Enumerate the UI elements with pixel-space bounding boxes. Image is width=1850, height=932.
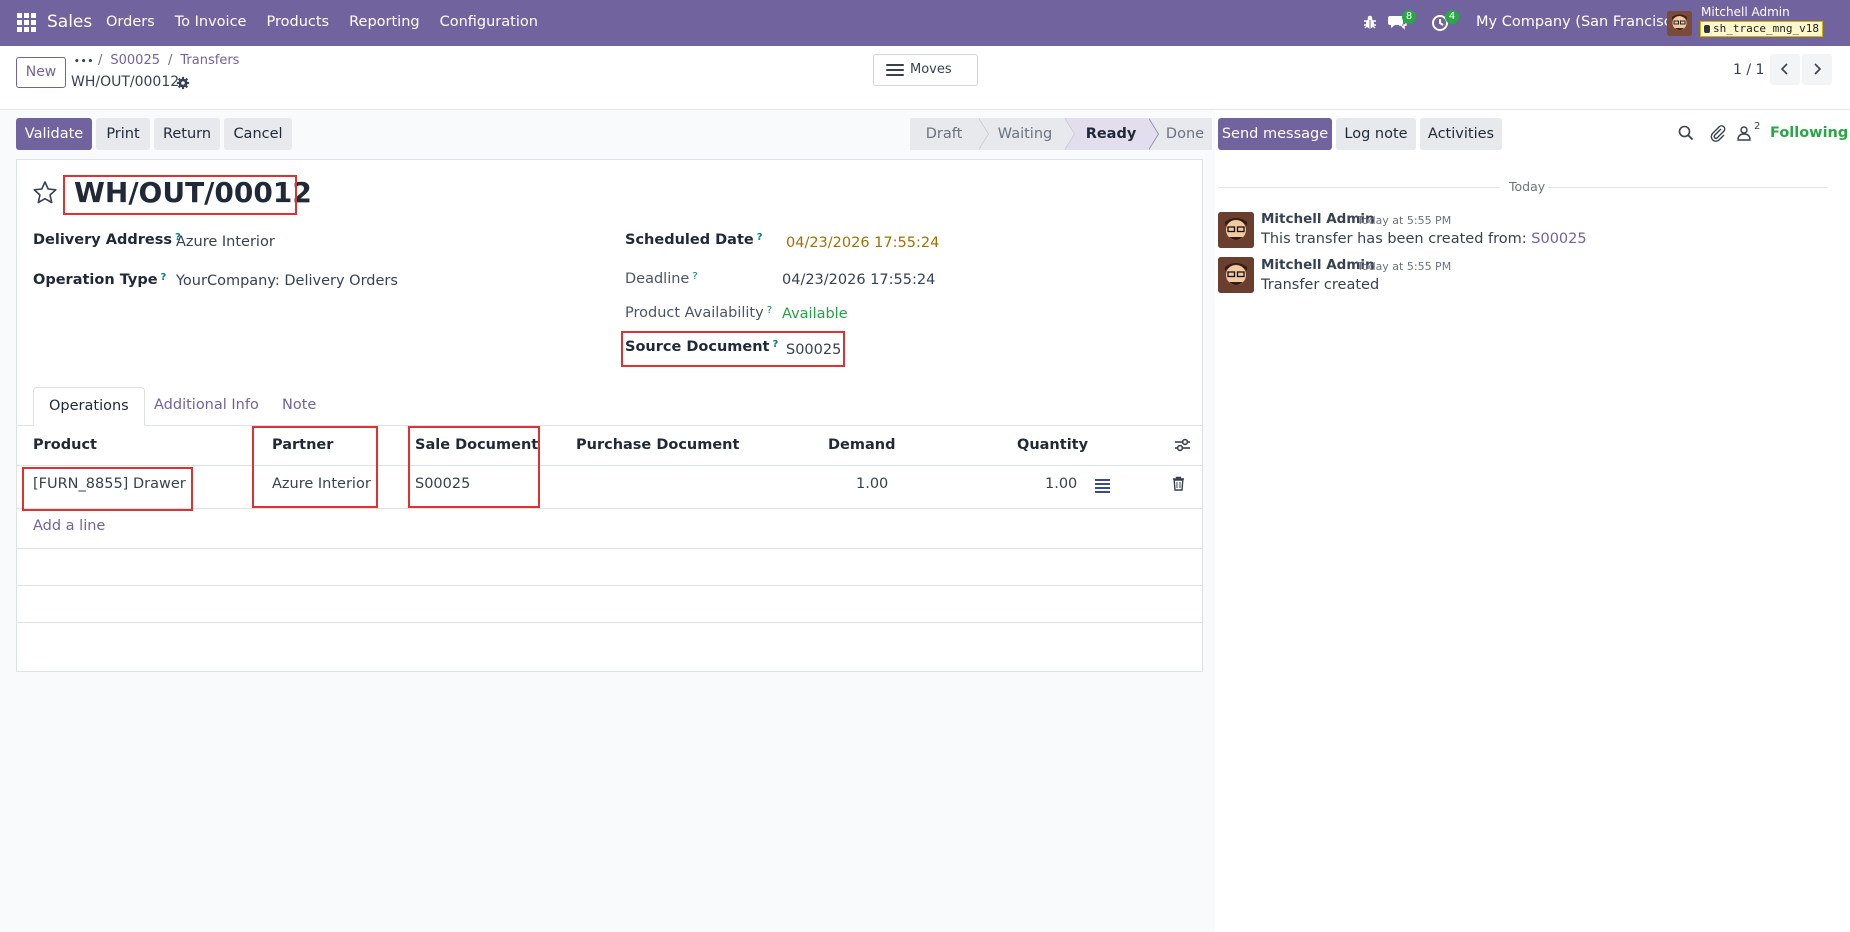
delivery-address-label: Delivery Address? <box>33 232 181 248</box>
column-header-purchase-document[interactable]: Purchase Document <box>576 437 739 453</box>
following-button[interactable]: Following <box>1770 125 1848 141</box>
log-note-button[interactable]: Log note <box>1336 118 1416 150</box>
message-body: Transfer created <box>1261 277 1380 293</box>
user-name[interactable]: Mitchell Admin <box>1701 5 1790 19</box>
avatar[interactable] <box>1218 257 1254 293</box>
activity-badge: 4 <box>1445 10 1459 24</box>
source-document-label: Source Document? <box>625 339 779 355</box>
chevron-right-icon <box>1814 63 1822 75</box>
moves-smart-button[interactable]: Moves <box>873 54 978 86</box>
pager-next-button[interactable] <box>1802 54 1832 85</box>
search-icon[interactable] <box>1677 124 1695 142</box>
control-panel: New ••• / S00025/Transfers WH/OUT/00012 M… <box>0 46 1850 110</box>
chevron-left-icon <box>1780 63 1788 75</box>
print-button[interactable]: Print <box>96 118 150 150</box>
scheduled-date-label: Scheduled Date? <box>625 232 763 248</box>
column-header-sale-document[interactable]: Sale Document <box>415 437 538 453</box>
stage-ready[interactable]: Ready <box>1064 118 1159 150</box>
record-name: WH/OUT/00012 <box>71 74 180 90</box>
send-message-button[interactable]: Send message <box>1218 118 1332 150</box>
add-line-link[interactable]: Add a line <box>33 518 105 534</box>
column-header-partner[interactable]: Partner <box>272 437 333 453</box>
breadcrumb-sale-order[interactable]: S00025 <box>110 53 160 68</box>
followers-count: 2 <box>1754 121 1761 132</box>
cell-product[interactable]: [FURN_8855] Drawer <box>33 476 186 492</box>
followers-icon[interactable] <box>1735 124 1753 142</box>
column-header-product[interactable]: Product <box>33 437 97 453</box>
cancel-button[interactable]: Cancel <box>224 118 292 150</box>
pager-value[interactable]: 1 / 1 <box>1733 62 1764 78</box>
delivery-address-field[interactable]: Azure Interior <box>176 234 275 250</box>
menu-orders[interactable]: Orders <box>106 14 155 30</box>
record-title[interactable]: WH/OUT/00012 <box>74 176 312 209</box>
database-name: sh_trace_mng_v18 <box>1713 22 1819 35</box>
paperclip-icon[interactable] <box>1709 124 1727 142</box>
stage-draft[interactable]: Draft <box>910 118 989 150</box>
cell-quantity[interactable]: 1.00 <box>1045 476 1077 492</box>
notebook-tabs: Operations Additional Info Note <box>16 387 1202 426</box>
detailed-operations-icon[interactable] <box>1095 479 1110 493</box>
product-availability-field: Available <box>782 306 848 322</box>
tab-additional-info[interactable]: Additional Info <box>154 387 259 426</box>
apps-menu-icon[interactable] <box>17 13 36 32</box>
column-header-quantity[interactable]: Quantity <box>1017 437 1088 453</box>
user-avatar[interactable] <box>1667 11 1692 36</box>
date-separator: Today <box>1509 179 1546 194</box>
status-bar: Draft Waiting Ready Done <box>910 118 1212 150</box>
company-switcher[interactable]: My Company (San Francisco) <box>1476 14 1686 30</box>
trash-icon[interactable] <box>1172 476 1185 491</box>
debug-bug-icon[interactable] <box>1362 14 1378 30</box>
database-icon <box>1704 25 1710 33</box>
cell-partner[interactable]: Azure Interior <box>272 476 371 492</box>
app-brand[interactable]: Sales <box>47 12 92 32</box>
source-document-field[interactable]: S00025 <box>786 342 841 358</box>
breadcrumb-more-button[interactable]: ••• <box>74 57 94 67</box>
message-time: Today at 5:55 PM <box>1357 214 1452 227</box>
menu-to-invoice[interactable]: To Invoice <box>175 14 247 30</box>
deadline-field[interactable]: 04/23/2026 17:55:24 <box>782 272 935 288</box>
menu-reporting[interactable]: Reporting <box>349 14 420 30</box>
new-button[interactable]: New <box>16 57 66 88</box>
stage-waiting[interactable]: Waiting <box>978 118 1075 150</box>
message-time: Today at 5:55 PM <box>1357 260 1452 273</box>
column-header-demand[interactable]: Demand <box>828 437 895 453</box>
validate-button[interactable]: Validate <box>16 118 92 150</box>
moves-label: Moves <box>910 62 952 77</box>
message-body: This transfer has been created from: S00… <box>1261 231 1587 247</box>
main-menu: Orders To Invoice Products Reporting Con… <box>106 14 558 30</box>
pager-previous-button[interactable] <box>1770 54 1800 85</box>
deadline-label: Deadline? <box>625 271 698 287</box>
return-button[interactable]: Return <box>154 118 220 150</box>
chat-badge: 8 <box>1402 10 1416 24</box>
tab-note[interactable]: Note <box>282 387 316 426</box>
breadcrumb-transfers[interactable]: Transfers <box>180 53 239 68</box>
product-availability-label: Product Availability? <box>625 305 773 321</box>
optional-columns-icon[interactable] <box>1174 437 1191 453</box>
scheduled-date-field[interactable]: 04/23/2026 17:55:24 <box>786 235 939 251</box>
activities-button[interactable]: Activities <box>1420 118 1502 150</box>
gear-icon[interactable] <box>176 76 190 90</box>
database-tag: sh_trace_mng_v18 <box>1700 21 1823 37</box>
operation-type-label: Operation Type? <box>33 272 167 288</box>
menu-configuration[interactable]: Configuration <box>440 14 538 30</box>
favorite-star-icon[interactable] <box>32 180 58 206</box>
avatar[interactable] <box>1218 212 1254 248</box>
message-link[interactable]: S00025 <box>1531 231 1586 247</box>
menu-products[interactable]: Products <box>266 14 329 30</box>
list-icon <box>886 64 904 77</box>
breadcrumb: / S00025/Transfers <box>98 53 240 68</box>
cell-sale-document[interactable]: S00025 <box>415 476 470 492</box>
top-navbar: Sales Orders To Invoice Products Reporti… <box>0 0 1850 46</box>
tab-operations[interactable]: Operations <box>33 387 145 426</box>
cell-demand[interactable]: 1.00 <box>856 476 888 492</box>
operation-type-field[interactable]: YourCompany: Delivery Orders <box>176 273 398 289</box>
